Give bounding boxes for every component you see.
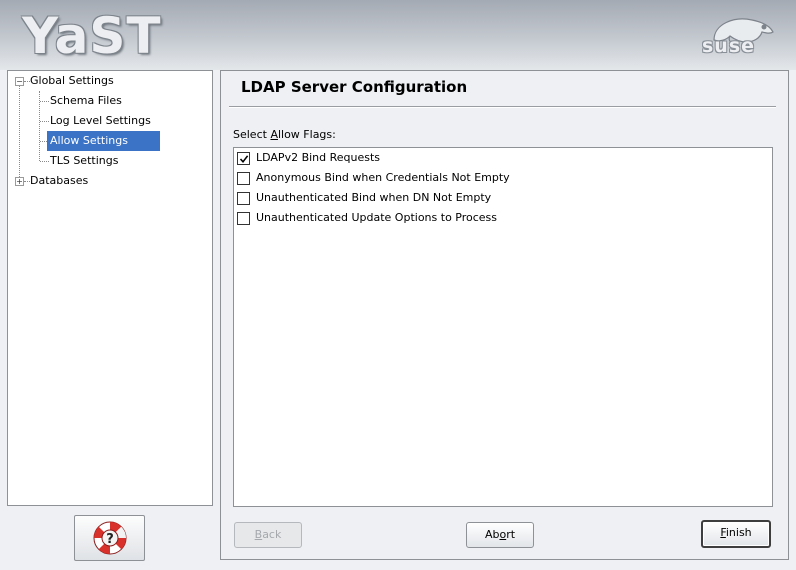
label-text: llow Flags: bbox=[277, 128, 336, 141]
tree-item-label: Log Level Settings bbox=[50, 114, 151, 127]
tree-item-label: Schema Files bbox=[50, 94, 122, 107]
abort-label: Ab bbox=[484, 528, 500, 541]
label-mnemonic: A bbox=[270, 128, 278, 141]
collapse-icon[interactable]: − bbox=[15, 77, 24, 86]
help-lifebuoy-icon: ? bbox=[93, 521, 127, 555]
checkbox-unauth-update[interactable] bbox=[237, 212, 250, 225]
abort-label: rt bbox=[506, 528, 516, 541]
yast-logo: YaST bbox=[22, 7, 162, 65]
main-panel: LDAP Server Configuration Select Allow F… bbox=[220, 70, 789, 560]
flag-label: Unauthenticated Update Options to Proces… bbox=[256, 211, 498, 224]
flag-label: LDAPv2 Bind Requests bbox=[256, 151, 381, 164]
finish-button[interactable]: Finish bbox=[701, 520, 771, 548]
checkbox-ldapv2-bind[interactable] bbox=[237, 152, 250, 165]
suse-logo-text: suse bbox=[702, 35, 756, 57]
tree-item-label: Global Settings bbox=[30, 74, 114, 87]
tree-item-label: Allow Settings bbox=[47, 131, 160, 151]
page-title: LDAP Server Configuration bbox=[241, 78, 468, 96]
flag-label: Unauthenticated Bind when DN Not Empty bbox=[256, 191, 492, 204]
tree-item-global-settings[interactable]: Global Settings bbox=[27, 71, 117, 91]
checkbox-unauth-bind[interactable] bbox=[237, 192, 250, 205]
settings-tree[interactable]: − + Global Settings Schema Files Log Lev… bbox=[7, 70, 213, 506]
back-label: ack bbox=[262, 528, 282, 541]
tree-line bbox=[19, 85, 20, 181]
tree-item-label: TLS Settings bbox=[50, 154, 119, 167]
tree-item-allow-settings[interactable]: Allow Settings bbox=[47, 131, 160, 151]
finish-label: inish bbox=[725, 526, 752, 539]
tree-item-tls-settings[interactable]: TLS Settings bbox=[47, 151, 121, 171]
svg-text:?: ? bbox=[106, 532, 114, 547]
tree-item-label: Databases bbox=[30, 174, 89, 187]
flag-label: Anonymous Bind when Credentials Not Empt… bbox=[256, 171, 510, 184]
allow-flags-list[interactable]: LDAPv2 Bind Requests Anonymous Bind when… bbox=[233, 147, 773, 507]
checkmark-icon bbox=[239, 155, 249, 164]
abort-button[interactable]: Abort bbox=[466, 522, 534, 548]
help-button[interactable]: ? bbox=[74, 515, 145, 561]
allow-flags-label: Select Allow Flags: bbox=[233, 128, 336, 141]
back-button[interactable]: Back bbox=[234, 522, 302, 548]
header-banner: YaST suse bbox=[0, 0, 796, 70]
tree-item-log-level-settings[interactable]: Log Level Settings bbox=[47, 111, 154, 131]
title-divider bbox=[229, 106, 776, 108]
expand-icon[interactable]: + bbox=[15, 177, 24, 186]
checkbox-anonymous-bind[interactable] bbox=[237, 172, 250, 185]
tree-item-schema-files[interactable]: Schema Files bbox=[47, 91, 125, 111]
tree-item-databases[interactable]: Databases bbox=[27, 171, 91, 191]
label-text: Select bbox=[233, 128, 271, 141]
